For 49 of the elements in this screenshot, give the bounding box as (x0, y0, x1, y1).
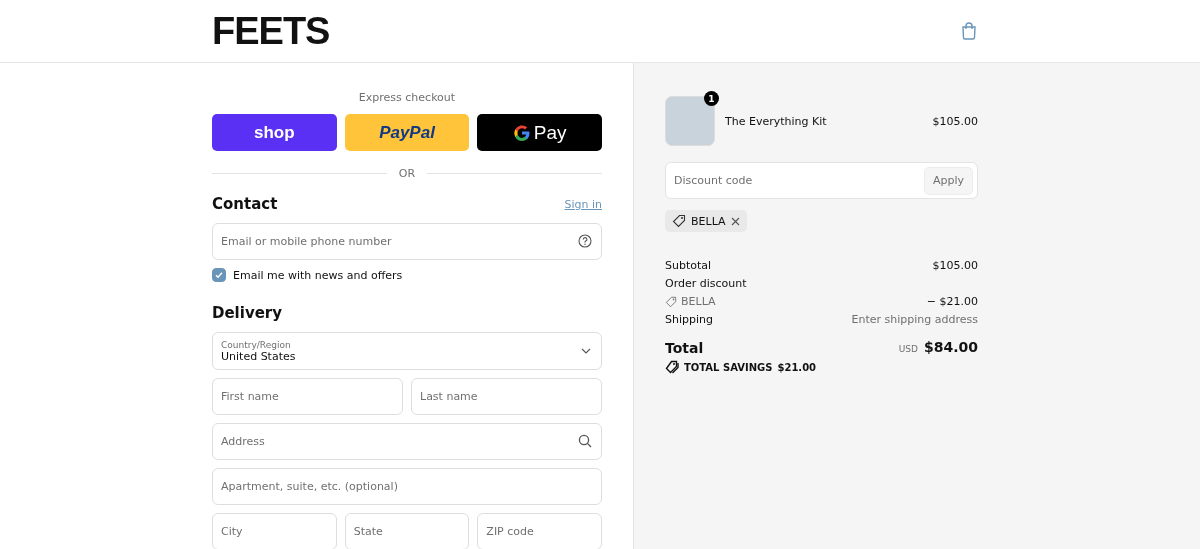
text-field[interactable]: City (212, 513, 337, 549)
delivery-heading: Delivery (212, 304, 284, 322)
text-field[interactable]: Last name (411, 378, 602, 415)
shipping-value: Enter shipping address (851, 312, 978, 328)
discount-code-field[interactable]: Discount code (666, 163, 924, 198)
help-icon[interactable] (578, 234, 592, 248)
subtotal-label: Subtotal (665, 258, 712, 274)
chevron-down-icon (581, 348, 591, 354)
tag-icon (672, 214, 686, 228)
sign-in-link[interactable]: Sign in (564, 197, 602, 211)
quantity-badge: 1 (704, 91, 719, 106)
newsletter-checkbox[interactable] (212, 268, 226, 282)
total-savings-label: TOTAL SAVINGS (684, 361, 773, 373)
total-label: Total (665, 339, 704, 357)
shipping-label: Shipping (665, 312, 713, 328)
checkmark-icon (214, 270, 224, 280)
shopping-bag-icon[interactable] (961, 22, 977, 40)
product-name: The Everything Kit (725, 114, 828, 128)
apply-button[interactable]: Apply (923, 166, 973, 195)
google-pay-button[interactable]: Pay (477, 114, 602, 151)
close-icon[interactable] (730, 216, 740, 226)
discount-form[interactable]: Discount code Apply (665, 162, 978, 199)
text-field[interactable]: State (344, 513, 470, 549)
text-field[interactable]: ZIP code (477, 513, 602, 549)
text-field[interactable]: Apartment, suite, etc. (optional) (212, 468, 602, 505)
shop-pay-button[interactable]: shop (212, 114, 337, 151)
country-select[interactable]: Country/Region United States (212, 332, 602, 370)
subtotal-value: $105.00 (932, 258, 978, 274)
newsletter-label: Email me with news and offers (233, 268, 403, 282)
order-discount-label: Order discount (665, 276, 747, 292)
text-field[interactable]: Address (212, 423, 602, 460)
or-divider-label: OR (398, 167, 416, 180)
total-savings-value: $21.00 (777, 361, 817, 373)
tag-icon (665, 296, 677, 308)
discount-value: − $21.00 (926, 294, 978, 310)
discount-code-label: BELLA (681, 294, 716, 310)
tags-icon (665, 360, 679, 374)
discount-code-label: BELLA (691, 214, 726, 228)
google-g-icon (512, 123, 531, 142)
email-field[interactable]: Email or mobile phone number (212, 223, 602, 260)
product-image-placeholder (665, 96, 715, 146)
paypal-button[interactable]: PayPal (344, 114, 470, 151)
text-field[interactable]: First name (212, 378, 403, 415)
express-checkout-label: Express checkout (357, 91, 457, 104)
contact-heading: Contact (212, 195, 278, 213)
store-logo[interactable]: FEETS (212, 9, 330, 53)
product-price: $105.00 (932, 114, 978, 128)
total-value: $84.00 (923, 338, 978, 356)
currency-label: USD (898, 343, 918, 356)
